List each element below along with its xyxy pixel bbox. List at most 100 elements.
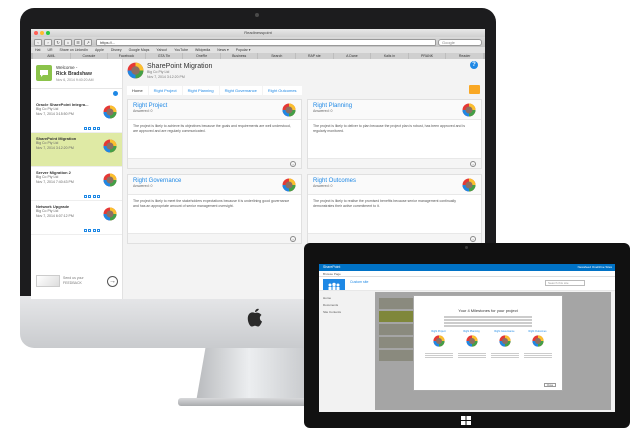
milestone-label: Right Project	[431, 329, 446, 333]
project-list-item-active[interactable]: SharePoint Migration Big Co Pty Ltd Nov …	[31, 133, 122, 167]
card-description: The project is likely to meet the stakeh…	[133, 199, 290, 208]
close-dialog-button[interactable]: Close	[544, 383, 556, 387]
back-button[interactable]: ‹	[34, 38, 42, 46]
arrow-right-icon[interactable]: ›	[470, 236, 476, 242]
tab-home[interactable]: Home	[127, 85, 148, 95]
forward-button[interactable]: ›	[44, 38, 52, 46]
feedback-line2: FEEDBACK	[63, 281, 82, 285]
milestones-dialog: Your 4 Milestones for your project Right…	[413, 295, 563, 391]
share-icon[interactable]	[92, 127, 96, 130]
sidebar: Welcome - Rick Bradshaw Nov 6, 2014 9:40…	[31, 59, 123, 299]
sharepoint-brand[interactable]: SharePoint	[323, 264, 340, 271]
sharepoint-suite-bar: SharePoint Newsfeed OneDrive Sites	[319, 264, 615, 271]
share-icon[interactable]	[92, 229, 96, 232]
feedback-widget[interactable]: Send us your FEEDBACK →	[36, 271, 118, 291]
progress-pie-icon	[462, 178, 476, 192]
browser-search-input[interactable]: Google	[438, 38, 482, 46]
milestone-column[interactable]: Right Project	[424, 329, 453, 359]
delete-icon[interactable]	[97, 195, 100, 198]
suite-links[interactable]: Newsfeed OneDrive Sites	[578, 264, 612, 271]
progress-pie-icon	[432, 334, 445, 347]
milestone-label: Right Governance	[494, 329, 515, 333]
nav-documents[interactable]: Documents	[323, 302, 367, 309]
home-button[interactable]: ⌂	[64, 38, 72, 46]
project-date: Nov 7, 2014 3:12:20 PM	[147, 74, 185, 79]
milestone-column[interactable]: Right Governance	[490, 329, 519, 359]
milestone-column[interactable]: Right Planning	[457, 329, 486, 359]
milestone-card[interactable]: Right Governance Answered: 0 The project…	[127, 174, 302, 244]
browser-toolbar: ‹ › ↻ ⌂ ☰ ↗ https://... Google	[31, 37, 485, 47]
site-search-input[interactable]: Search this site	[545, 280, 585, 286]
page-title: SharePoint Migration	[147, 63, 213, 70]
card-description: The project is likely to realise the pro…	[313, 199, 456, 208]
chat-logo-icon	[36, 65, 52, 81]
dialog-title: Your 4 Milestones for your project	[458, 308, 518, 313]
tablet-camera	[465, 246, 468, 249]
app-part: Your 4 Milestones for your project Right…	[375, 292, 611, 410]
tab-right-project[interactable]: Right Project	[148, 85, 182, 95]
milestone-label: Right Outcomes	[528, 329, 547, 333]
share-button[interactable]: ↗	[84, 38, 92, 46]
feedback-arrow-icon[interactable]: →	[107, 275, 118, 287]
milestone-card[interactable]: Right Project Answered: 0 The project is…	[127, 99, 302, 169]
view-icon[interactable]	[83, 195, 87, 198]
nav-site-contents[interactable]: Site Contents	[323, 309, 367, 316]
camera-dot	[255, 13, 259, 17]
edit-icon[interactable]	[88, 195, 91, 198]
tab-right-outcomes[interactable]: Right Outcomes	[262, 85, 302, 95]
milestone-cards: Right Project Answered: 0 The project is…	[127, 99, 482, 244]
project-list-item[interactable]: Server Migration 2 Big Co Pty Ltd Nov 7,…	[31, 167, 122, 201]
apple-logo-icon	[247, 308, 262, 327]
login-date: Nov 6, 2014 9:40:20 AM	[56, 78, 94, 82]
welcome-panel: Welcome - Rick Bradshaw Nov 6, 2014 9:40…	[31, 59, 122, 89]
milestone-card[interactable]: Right Outcomes Answered: 0 The project i…	[307, 174, 482, 244]
card-description: The project is likely to deliver to plan…	[313, 124, 465, 133]
breadcrumb[interactable]: Custom site	[350, 280, 368, 284]
arrow-right-icon[interactable]: ›	[470, 161, 476, 167]
browser-titlebar: Readinesspoint	[31, 29, 485, 37]
export-button[interactable]	[469, 85, 480, 94]
progress-pie-icon	[103, 139, 117, 153]
help-icon[interactable]: ?	[470, 61, 478, 69]
view-icon[interactable]	[83, 127, 87, 130]
share-icon[interactable]	[92, 195, 96, 198]
delete-icon[interactable]	[97, 229, 100, 232]
milestone-label: Right Planning	[463, 329, 480, 333]
arrow-right-icon[interactable]: ›	[290, 236, 296, 242]
edit-icon[interactable]	[88, 229, 91, 232]
project-tabs: Home Right Project Right Planning Right …	[127, 85, 482, 95]
quick-launch: Home Documents Site Contents	[319, 291, 371, 412]
arrow-right-icon[interactable]: ›	[290, 161, 296, 167]
project-list-item[interactable]: Oracle SharePoint Integra... Big Co Pty …	[31, 99, 122, 133]
add-project-icon[interactable]	[113, 91, 118, 96]
edit-icon[interactable]	[88, 127, 91, 130]
imac-stand	[196, 348, 314, 402]
bookmarks-button[interactable]: ☰	[74, 38, 82, 46]
progress-pie-icon	[498, 334, 511, 347]
card-answered: Answered: 0	[133, 184, 153, 188]
progress-pie-icon	[103, 105, 117, 119]
tab-right-governance[interactable]: Right Governance	[219, 85, 262, 95]
progress-pie-icon	[103, 173, 117, 187]
card-answered: Answered: 0	[133, 109, 153, 113]
milestone-column[interactable]: Right Outcomes	[523, 329, 552, 359]
reload-button[interactable]: ↻	[54, 38, 62, 46]
card-description: The project is likely to achieve its obj…	[133, 124, 291, 133]
address-bar[interactable]: https://...	[96, 38, 436, 46]
progress-pie-icon	[127, 62, 144, 79]
window-title: Readinesspoint	[244, 30, 272, 35]
progress-pie-icon	[282, 178, 296, 192]
progress-pie-icon	[103, 207, 117, 221]
card-answered: Answered: 0	[313, 109, 333, 113]
project-list-item[interactable]: Network Upgrade Big Co Pty Ltd Nov 7, 20…	[31, 201, 122, 235]
milestone-card[interactable]: Right Planning Answered: 0 The project i…	[307, 99, 482, 169]
windows-logo-icon[interactable]	[461, 416, 471, 425]
nav-home[interactable]: Home	[323, 295, 367, 302]
delete-icon[interactable]	[97, 127, 100, 130]
feedback-book-icon	[36, 275, 60, 287]
site-logo-icon	[323, 279, 345, 290]
view-icon[interactable]	[83, 229, 87, 232]
tab-right-planning[interactable]: Right Planning	[182, 85, 219, 95]
progress-pie-icon	[531, 334, 544, 347]
progress-pie-icon	[465, 334, 478, 347]
